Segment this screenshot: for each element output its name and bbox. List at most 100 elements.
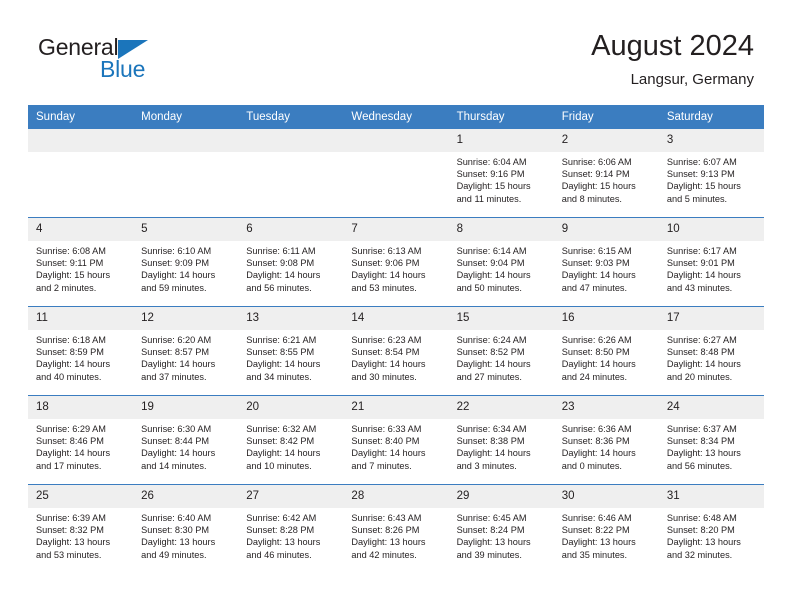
sunrise-text: Sunrise: 6:14 AM xyxy=(456,246,527,256)
daylight-text-line1: Daylight: 14 hours xyxy=(351,359,426,370)
sunrise-text: Sunrise: 6:23 AM xyxy=(351,335,422,345)
sunset-text: Sunset: 9:01 PM xyxy=(666,258,735,269)
calendar-day-cell[interactable]: 25 Sunrise: 6:39 AM Sunset: 8:32 PM Dayligh… xyxy=(28,484,134,573)
calendar-day-cell[interactable]: 31 Sunrise: 6:48 AM Sunset: 8:20 PM Dayligh… xyxy=(658,484,764,573)
calendar-day-cell[interactable]: 22 Sunrise: 6:34 AM Sunset: 8:38 PM Dayligh… xyxy=(448,395,554,485)
calendar-day-cell[interactable]: 23 Sunrise: 6:36 AM Sunset: 8:36 PM Dayligh… xyxy=(553,395,659,485)
day-cell-inner: 8 Sunrise: 6:14 AM Sunset: 9:04 PM Daylight… xyxy=(448,218,554,306)
calendar-day-cell[interactable]: 11 Sunrise: 6:18 AM Sunset: 8:59 PM Dayligh… xyxy=(28,306,134,396)
calendar-day-cell[interactable]: 28 Sunrise: 6:43 AM Sunset: 8:26 PM Dayligh… xyxy=(343,484,449,573)
calendar-day-cell[interactable]: 6 Sunrise: 6:11 AM Sunset: 9:08 PM Daylight… xyxy=(238,217,344,307)
calendar-day-cell[interactable]: 14 Sunrise: 6:23 AM Sunset: 8:54 PM Dayligh… xyxy=(343,306,449,396)
day-cell-inner: 3 Sunrise: 6:07 AM Sunset: 9:13 PM Daylight… xyxy=(658,129,764,217)
day-cell-inner: 22 Sunrise: 6:34 AM Sunset: 8:38 PM Dayligh… xyxy=(448,396,554,484)
calendar-day-cell[interactable]: 10 Sunrise: 6:17 AM Sunset: 9:01 PM Dayligh… xyxy=(658,217,764,307)
day-number: 19 xyxy=(133,396,239,419)
daylight-text-line1: Daylight: 14 hours xyxy=(246,359,321,370)
calendar-day-cell[interactable]: 26 Sunrise: 6:40 AM Sunset: 8:30 PM Dayligh… xyxy=(133,484,239,573)
column-header-monday: Monday xyxy=(133,105,239,129)
calendar-day-cell[interactable]: 29 Sunrise: 6:45 AM Sunset: 8:24 PM Dayligh… xyxy=(448,484,554,573)
calendar-day-cell[interactable]: 21 Sunrise: 6:33 AM Sunset: 8:40 PM Dayligh… xyxy=(343,395,449,485)
daylight-text-line2: and 56 minutes. xyxy=(246,282,312,293)
calendar-day-cell[interactable]: 3 Sunrise: 6:07 AM Sunset: 9:13 PM Daylight… xyxy=(658,129,764,218)
day-number: 1 xyxy=(448,129,554,152)
calendar-day-cell[interactable]: 12 Sunrise: 6:20 AM Sunset: 8:57 PM Dayligh… xyxy=(133,306,239,396)
sunrise-text: Sunrise: 6:06 AM xyxy=(561,157,632,167)
daylight-text-line1: Daylight: 13 hours xyxy=(666,537,741,548)
column-header-wednesday: Wednesday xyxy=(343,105,449,129)
sunrise-text: Sunrise: 6:42 AM xyxy=(246,513,317,523)
calendar-day-cell[interactable]: 5 Sunrise: 6:10 AM Sunset: 9:09 PM Daylight… xyxy=(133,217,239,307)
sunset-text: Sunset: 8:30 PM xyxy=(141,525,210,536)
sunset-text: Sunset: 8:59 PM xyxy=(36,347,104,358)
daylight-text-line2: and 50 minutes. xyxy=(456,282,522,293)
day-number: 18 xyxy=(28,396,134,419)
day-cell-inner: 29 Sunrise: 6:45 AM Sunset: 8:24 PM Dayligh… xyxy=(448,485,554,573)
calendar-day-cell[interactable]: 2 Sunrise: 6:06 AM Sunset: 9:14 PM Daylight… xyxy=(553,129,659,218)
day-details: Sunrise: 6:14 AM Sunset: 9:04 PM Daylight:… xyxy=(449,241,554,294)
calendar-day-cell[interactable]: 30 Sunrise: 6:46 AM Sunset: 8:22 PM Dayligh… xyxy=(553,484,659,573)
calendar-day-cell[interactable]: 24 Sunrise: 6:37 AM Sunset: 8:34 PM Dayligh… xyxy=(658,395,764,485)
calendar-day-cell[interactable]: 15 Sunrise: 6:24 AM Sunset: 8:52 PM Dayligh… xyxy=(448,306,554,396)
sunrise-text: Sunrise: 6:17 AM xyxy=(666,246,737,256)
day-cell-inner: 11 Sunrise: 6:18 AM Sunset: 8:59 PM Dayligh… xyxy=(28,307,134,395)
sunrise-text: Sunrise: 6:26 AM xyxy=(561,335,632,345)
calendar-cell-empty xyxy=(133,129,239,218)
sunset-text: Sunset: 9:04 PM xyxy=(456,258,525,269)
daylight-text-line2: and 27 minutes. xyxy=(456,371,522,382)
calendar-day-cell[interactable]: 7 Sunrise: 6:13 AM Sunset: 9:06 PM Daylight… xyxy=(343,217,449,307)
page-header: General Blue August 2024 Langsur, German… xyxy=(28,28,764,100)
daylight-text-line1: Daylight: 14 hours xyxy=(456,359,531,370)
column-header-tuesday: Tuesday xyxy=(238,105,344,129)
sunrise-text: Sunrise: 6:46 AM xyxy=(561,513,632,523)
daylight-text-line2: and 0 minutes. xyxy=(561,460,622,471)
daylight-text-line1: Daylight: 15 hours xyxy=(561,181,636,192)
day-cell-inner: 16 Sunrise: 6:26 AM Sunset: 8:50 PM Dayligh… xyxy=(553,307,659,395)
day-number: 28 xyxy=(343,485,449,508)
day-number: 16 xyxy=(553,307,659,330)
calendar-day-cell[interactable]: 18 Sunrise: 6:29 AM Sunset: 8:46 PM Dayligh… xyxy=(28,395,134,485)
calendar-week-row: 1 Sunrise: 6:04 AM Sunset: 9:16 PM Daylight… xyxy=(28,129,764,218)
daylight-text-line2: and 49 minutes. xyxy=(141,549,207,560)
day-number: 15 xyxy=(448,307,554,330)
day-number: 29 xyxy=(448,485,554,508)
daylight-text-line1: Daylight: 14 hours xyxy=(351,270,426,281)
daylight-text-line2: and 2 minutes. xyxy=(36,282,97,293)
calendar-day-cell[interactable]: 17 Sunrise: 6:27 AM Sunset: 8:48 PM Dayligh… xyxy=(658,306,764,396)
day-number: 6 xyxy=(238,218,344,241)
day-details: Sunrise: 6:06 AM Sunset: 9:14 PM Daylight:… xyxy=(554,152,659,205)
daylight-text-line1: Daylight: 13 hours xyxy=(36,537,111,548)
sunset-text: Sunset: 8:48 PM xyxy=(666,347,735,358)
calendar-day-cell[interactable]: 27 Sunrise: 6:42 AM Sunset: 8:28 PM Dayligh… xyxy=(238,484,344,573)
daylight-text-line2: and 37 minutes. xyxy=(141,371,207,382)
brand-logo[interactable]: General Blue xyxy=(38,34,258,90)
daylight-text-line2: and 59 minutes. xyxy=(141,282,207,293)
calendar-day-cell[interactable]: 8 Sunrise: 6:14 AM Sunset: 9:04 PM Daylight… xyxy=(448,217,554,307)
calendar-day-cell[interactable]: 1 Sunrise: 6:04 AM Sunset: 9:16 PM Daylight… xyxy=(448,129,554,218)
day-number xyxy=(133,129,239,152)
daylight-text-line1: Daylight: 13 hours xyxy=(456,537,531,548)
calendar-day-cell[interactable]: 16 Sunrise: 6:26 AM Sunset: 8:50 PM Dayligh… xyxy=(553,306,659,396)
daylight-text-line2: and 10 minutes. xyxy=(246,460,312,471)
day-details: Sunrise: 6:24 AM Sunset: 8:52 PM Daylight:… xyxy=(449,330,554,383)
daylight-text-line1: Daylight: 14 hours xyxy=(141,448,216,459)
daylight-text-line2: and 35 minutes. xyxy=(561,549,628,560)
day-details xyxy=(238,152,343,221)
column-header-sunday: Sunday xyxy=(28,105,134,129)
day-number: 21 xyxy=(343,396,449,419)
daylight-text-line2: and 39 minutes. xyxy=(456,549,522,560)
calendar-day-cell[interactable]: 13 Sunrise: 6:21 AM Sunset: 8:55 PM Dayligh… xyxy=(238,306,344,396)
calendar-day-cell[interactable]: 4 Sunrise: 6:08 AM Sunset: 9:11 PM Daylight… xyxy=(28,217,134,307)
sunrise-text: Sunrise: 6:32 AM xyxy=(246,424,317,434)
daylight-text-line2: and 24 minutes. xyxy=(561,371,628,382)
calendar-day-cell[interactable]: 19 Sunrise: 6:30 AM Sunset: 8:44 PM Dayligh… xyxy=(133,395,239,485)
day-details: Sunrise: 6:39 AM Sunset: 8:32 PM Daylight:… xyxy=(28,508,133,561)
calendar-day-cell[interactable]: 9 Sunrise: 6:15 AM Sunset: 9:03 PM Daylight… xyxy=(553,217,659,307)
day-cell-inner: 12 Sunrise: 6:20 AM Sunset: 8:57 PM Dayligh… xyxy=(133,307,239,395)
calendar-day-cell[interactable]: 20 Sunrise: 6:32 AM Sunset: 8:42 PM Dayligh… xyxy=(238,395,344,485)
day-details: Sunrise: 6:40 AM Sunset: 8:30 PM Daylight:… xyxy=(133,508,238,561)
day-number: 10 xyxy=(658,218,764,241)
daylight-text-line1: Daylight: 14 hours xyxy=(246,448,321,459)
sunset-text: Sunset: 8:24 PM xyxy=(456,525,525,536)
day-details xyxy=(343,152,448,221)
